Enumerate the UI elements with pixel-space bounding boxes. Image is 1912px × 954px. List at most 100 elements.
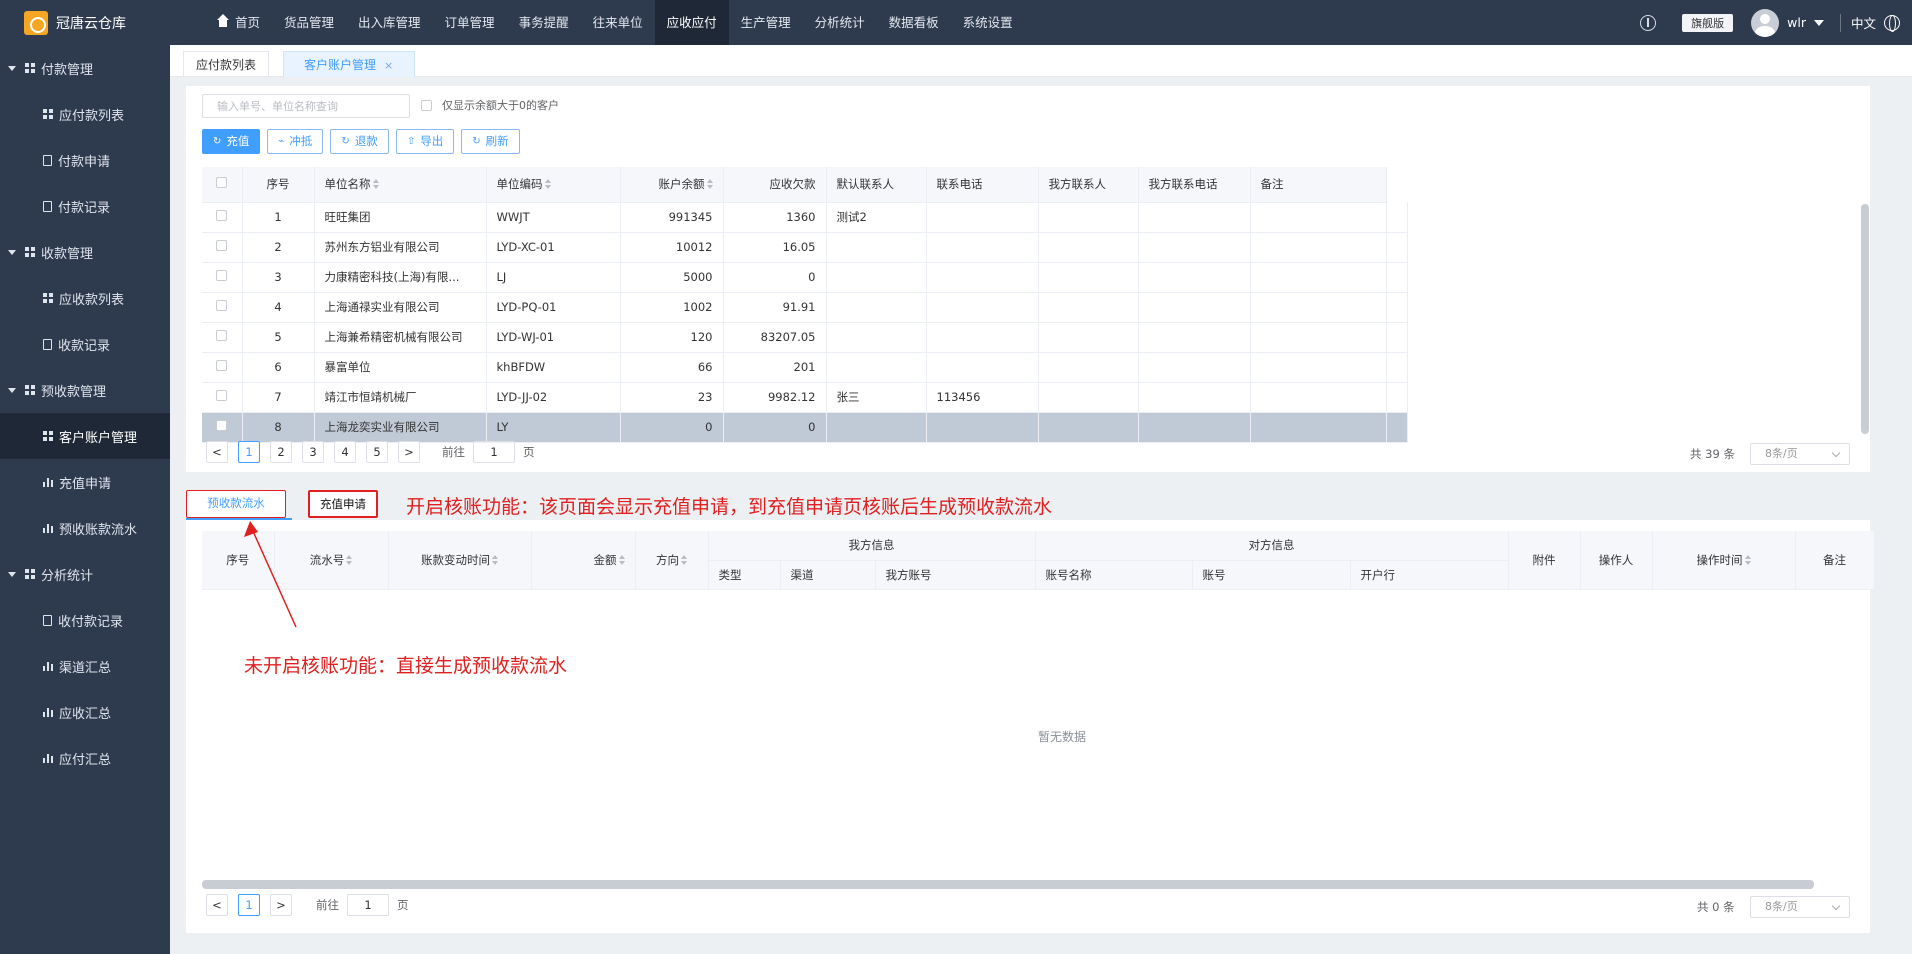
nav-goods[interactable]: 货品管理 bbox=[272, 0, 346, 45]
col-direction[interactable]: 方向 bbox=[635, 531, 709, 590]
goto-page-input[interactable]: 1 bbox=[473, 441, 515, 463]
table-row[interactable]: 6 暴富单位 khBFDW 66 201 bbox=[202, 352, 1408, 383]
flow-page-size-select[interactable]: 8条/页 bbox=[1750, 896, 1850, 918]
sidebar-item-prepayment-flow[interactable]: 预收账款流水 bbox=[0, 505, 170, 551]
subtab-recharge-request[interactable]: 充值申请 bbox=[308, 490, 378, 518]
sidebar-item-customer-accounts[interactable]: 客户账户管理 bbox=[0, 413, 170, 459]
sort-icon[interactable] bbox=[492, 554, 498, 565]
sort-icon[interactable] bbox=[681, 554, 687, 565]
nav-partners[interactable]: 往来单位 bbox=[581, 0, 655, 45]
table-row[interactable]: 5 上海兼希精密机械有限公司 LYD-WJ-01 120 83207.05 bbox=[202, 322, 1408, 353]
sidebar-item-receivable-summary[interactable]: 应收汇总 bbox=[0, 689, 170, 735]
sidebar-item-payables[interactable]: 应付款列表 bbox=[0, 91, 170, 137]
avatar[interactable] bbox=[1751, 8, 1780, 37]
sidebar-group-prepayment[interactable]: 预收款管理 bbox=[0, 367, 170, 413]
power-icon[interactable] bbox=[1640, 14, 1657, 31]
row-select-cell[interactable] bbox=[202, 202, 243, 233]
page-1[interactable]: 1 bbox=[238, 894, 260, 916]
nav-inout[interactable]: 出入库管理 bbox=[346, 0, 433, 45]
select-all-cell[interactable] bbox=[202, 167, 243, 203]
sidebar-item-receipt-records[interactable]: 收款记录 bbox=[0, 321, 170, 367]
language-switch[interactable]: 中文 bbox=[1851, 13, 1876, 32]
next-page-button[interactable]: > bbox=[398, 441, 420, 463]
row-select-cell[interactable] bbox=[202, 262, 243, 293]
sidebar-item-receivables[interactable]: 应收款列表 bbox=[0, 275, 170, 321]
refresh-button[interactable]: ↻ 刷新 bbox=[461, 129, 520, 154]
row-checkbox[interactable] bbox=[216, 240, 228, 251]
offset-button[interactable]: ⌁ 冲抵 bbox=[267, 129, 324, 154]
row-checkbox[interactable] bbox=[216, 390, 228, 401]
page-4[interactable]: 4 bbox=[334, 441, 356, 463]
sort-icon[interactable] bbox=[544, 179, 551, 190]
row-checkbox[interactable] bbox=[216, 420, 228, 431]
nav-receivable-payable[interactable]: 应收应付 bbox=[654, 0, 729, 45]
table-row[interactable]: 8 上海龙奕实业有限公司 LY 0 0 bbox=[202, 412, 1408, 443]
col-op-time[interactable]: 操作时间 bbox=[1652, 531, 1796, 590]
col-amount[interactable]: 金额 bbox=[531, 531, 636, 590]
recharge-button[interactable]: ↻ 充值 bbox=[202, 129, 261, 154]
app-logo[interactable]: 冠唐云仓库 bbox=[0, 0, 170, 45]
sort-icon[interactable] bbox=[618, 554, 625, 565]
tab-customer-accounts[interactable]: 客户账户管理 × bbox=[283, 51, 415, 77]
page-3[interactable]: 3 bbox=[302, 441, 324, 463]
sidebar-item-channel-summary[interactable]: 渠道汇总 bbox=[0, 643, 170, 689]
sidebar-item-recharge-request[interactable]: 充值申请 bbox=[0, 459, 170, 505]
prev-page-button[interactable]: < bbox=[206, 441, 228, 463]
refund-button[interactable]: ↻ 退款 bbox=[330, 129, 389, 154]
page-1[interactable]: 1 bbox=[238, 441, 260, 463]
page-5[interactable]: 5 bbox=[366, 441, 388, 463]
sidebar-item-payment-receipt-records[interactable]: 收付款记录 bbox=[0, 597, 170, 643]
close-icon[interactable]: × bbox=[384, 59, 393, 72]
row-select-cell[interactable] bbox=[202, 322, 243, 353]
table-row[interactable]: 2 苏州东方铝业有限公司 LYD-XC-01 10012 16.05 bbox=[202, 232, 1408, 263]
table-row[interactable]: 7 靖江市恒靖机械厂 LYD-JJ-02 23 9982.12 张三 113456 bbox=[202, 382, 1408, 413]
row-select-cell[interactable] bbox=[202, 382, 243, 413]
sidebar-item-payment-records[interactable]: 付款记录 bbox=[0, 183, 170, 229]
nav-orders[interactable]: 订单管理 bbox=[433, 0, 507, 45]
search-input[interactable] bbox=[202, 94, 410, 118]
user-name[interactable]: wlr bbox=[1787, 15, 1806, 30]
row-checkbox[interactable] bbox=[216, 300, 228, 311]
row-checkbox[interactable] bbox=[216, 270, 228, 281]
sidebar-group-analysis[interactable]: 分析统计 bbox=[0, 551, 170, 597]
nav-settings[interactable]: 系统设置 bbox=[951, 0, 1025, 45]
sort-icon[interactable] bbox=[346, 554, 353, 565]
row-checkbox[interactable] bbox=[216, 360, 228, 371]
row-checkbox[interactable] bbox=[216, 210, 228, 221]
sort-icon[interactable] bbox=[1744, 554, 1751, 565]
horizontal-scrollbar[interactable] bbox=[202, 880, 1814, 889]
col-balance[interactable]: 账户余额 bbox=[620, 167, 724, 203]
nav-reminders[interactable]: 事务提醒 bbox=[507, 0, 581, 45]
prev-page-button[interactable]: < bbox=[206, 894, 228, 916]
sort-icon[interactable] bbox=[706, 179, 713, 190]
nav-analysis[interactable]: 分析统计 bbox=[803, 0, 877, 45]
table-row[interactable]: 4 上海通禄实业有限公司 LYD-PQ-01 1002 91.91 bbox=[202, 292, 1408, 323]
table-row[interactable]: 3 力康精密科技(上海)有限... LJ 5000 0 bbox=[202, 262, 1408, 293]
sort-icon[interactable] bbox=[372, 179, 379, 190]
subtab-prepayment-flow[interactable]: 预收款流水 bbox=[186, 490, 286, 518]
globe-icon[interactable] bbox=[1884, 14, 1900, 32]
row-select-cell[interactable] bbox=[202, 232, 243, 263]
row-checkbox[interactable] bbox=[216, 330, 228, 341]
row-select-cell[interactable] bbox=[202, 352, 243, 383]
nav-dashboard[interactable]: 数据看板 bbox=[877, 0, 951, 45]
row-select-cell[interactable] bbox=[202, 412, 243, 443]
col-unit-code[interactable]: 单位编码 bbox=[486, 167, 621, 203]
sidebar-item-payable-summary[interactable]: 应付汇总 bbox=[0, 735, 170, 781]
next-page-button[interactable]: > bbox=[270, 894, 292, 916]
nav-production[interactable]: 生产管理 bbox=[729, 0, 803, 45]
sidebar-item-payment-request[interactable]: 付款申请 bbox=[0, 137, 170, 183]
positive-balance-checkbox[interactable] bbox=[421, 99, 432, 111]
col-change-time[interactable]: 账款变动时间 bbox=[388, 531, 532, 590]
page-size-select[interactable]: 8条/页 bbox=[1750, 443, 1850, 465]
select-all-checkbox[interactable] bbox=[216, 177, 228, 189]
chevron-down-icon[interactable] bbox=[1813, 19, 1824, 26]
col-unit-name[interactable]: 单位名称 bbox=[314, 167, 487, 203]
row-select-cell[interactable] bbox=[202, 292, 243, 323]
positive-balance-filter[interactable]: 仅显示余额大于0的客户 bbox=[421, 97, 559, 113]
goto-page-input[interactable]: 1 bbox=[347, 894, 389, 916]
tab-payables[interactable]: 应付款列表 bbox=[183, 51, 270, 77]
table-row[interactable]: 1 旺旺集团 WWJT 991345 1360 测试2 bbox=[202, 202, 1408, 233]
export-button[interactable]: ⇧ 导出 bbox=[395, 129, 455, 154]
sidebar-group-payment[interactable]: 付款管理 bbox=[0, 45, 170, 91]
